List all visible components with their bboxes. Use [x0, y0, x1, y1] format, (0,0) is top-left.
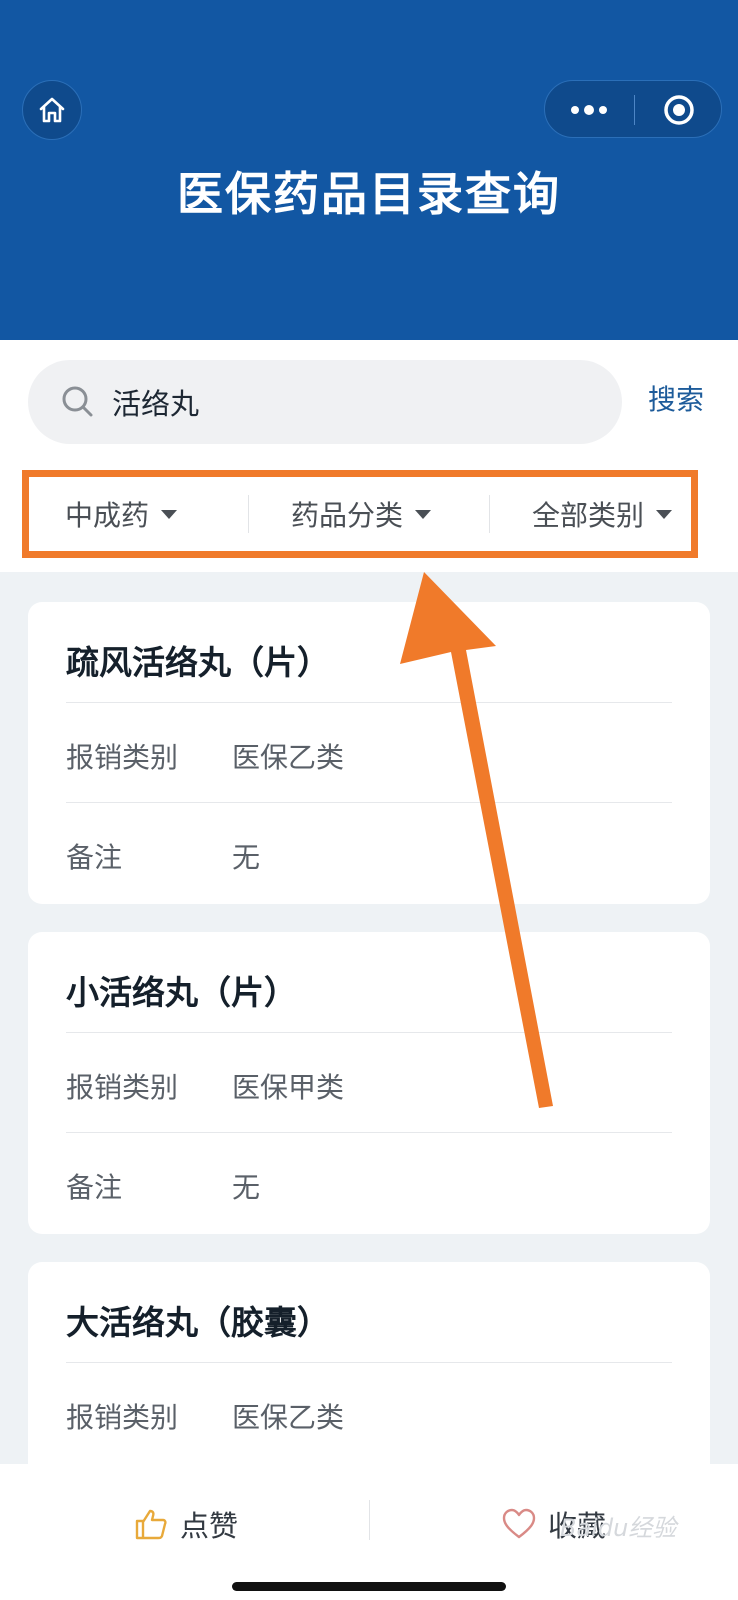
reimbursement-value: 医保乙类 [232, 741, 345, 774]
search-section: 搜索 中成药 药品分类 全部类别 [0, 340, 738, 572]
remark-value: 无 [232, 841, 261, 874]
caret-down-icon [656, 509, 673, 519]
drug-name: 疏风活络丸（片） [66, 643, 330, 682]
search-button[interactable]: 搜索 [648, 378, 704, 418]
caret-down-icon [161, 509, 178, 519]
filter-divider [489, 495, 490, 533]
more-button[interactable] [545, 81, 633, 139]
home-button[interactable] [22, 80, 82, 140]
thumbs-up-icon [135, 1509, 167, 1540]
filter-drug-type[interactable]: 中成药 [65, 477, 178, 551]
search-box[interactable] [28, 360, 622, 444]
reimbursement-value: 医保甲类 [232, 1071, 345, 1104]
filter-label: 药品分类 [291, 499, 404, 532]
card-divider [66, 1362, 672, 1363]
page-title: 医保药品目录查询 [177, 167, 561, 221]
home-indicator [232, 1582, 506, 1591]
card-divider [66, 1032, 672, 1033]
reimbursement-label: 报销类别 [66, 1401, 179, 1434]
caret-down-icon [415, 509, 432, 519]
bottom-divider [369, 1500, 370, 1540]
card-divider [66, 802, 672, 803]
bottom-action-bar: 点赞 收藏 Baidu经验 [0, 1464, 738, 1600]
remark-value: 无 [232, 1171, 261, 1204]
mini-program-capsule [544, 80, 722, 138]
heart-icon [502, 1508, 536, 1539]
filter-label: 全部类别 [532, 499, 645, 532]
home-icon [39, 97, 65, 123]
result-card[interactable]: 疏风活络丸（片） 报销类别 医保乙类 备注 无 [28, 602, 710, 904]
remark-label: 备注 [66, 1171, 123, 1204]
reimbursement-label: 报销类别 [66, 741, 179, 774]
reimbursement-value: 医保乙类 [232, 1401, 345, 1434]
search-icon [62, 386, 93, 417]
search-input[interactable] [112, 360, 592, 444]
result-card[interactable]: 小活络丸（片） 报销类别 医保甲类 备注 无 [28, 932, 710, 1234]
like-button[interactable]: 点赞 [134, 1494, 238, 1554]
remark-label: 备注 [66, 841, 123, 874]
more-dots-icon [571, 105, 607, 115]
filter-all-categories[interactable]: 全部类别 [532, 477, 673, 551]
filter-drug-category[interactable]: 药品分类 [291, 477, 432, 551]
reimbursement-label: 报销类别 [66, 1071, 179, 1104]
card-divider [66, 1132, 672, 1133]
drug-name: 小活络丸（片） [66, 973, 297, 1012]
close-button[interactable] [635, 81, 723, 139]
like-label: 点赞 [180, 1509, 239, 1543]
app-header: 医保药品目录查询 [0, 0, 738, 340]
watermark: Baidu经验 [560, 1514, 677, 1542]
filter-divider [248, 495, 249, 533]
filter-bar: 中成药 药品分类 全部类别 [22, 470, 698, 558]
target-circle-icon [664, 95, 694, 125]
drug-name: 大活络丸（胶囊） [66, 1303, 330, 1342]
filter-label: 中成药 [65, 499, 150, 532]
card-divider [66, 702, 672, 703]
